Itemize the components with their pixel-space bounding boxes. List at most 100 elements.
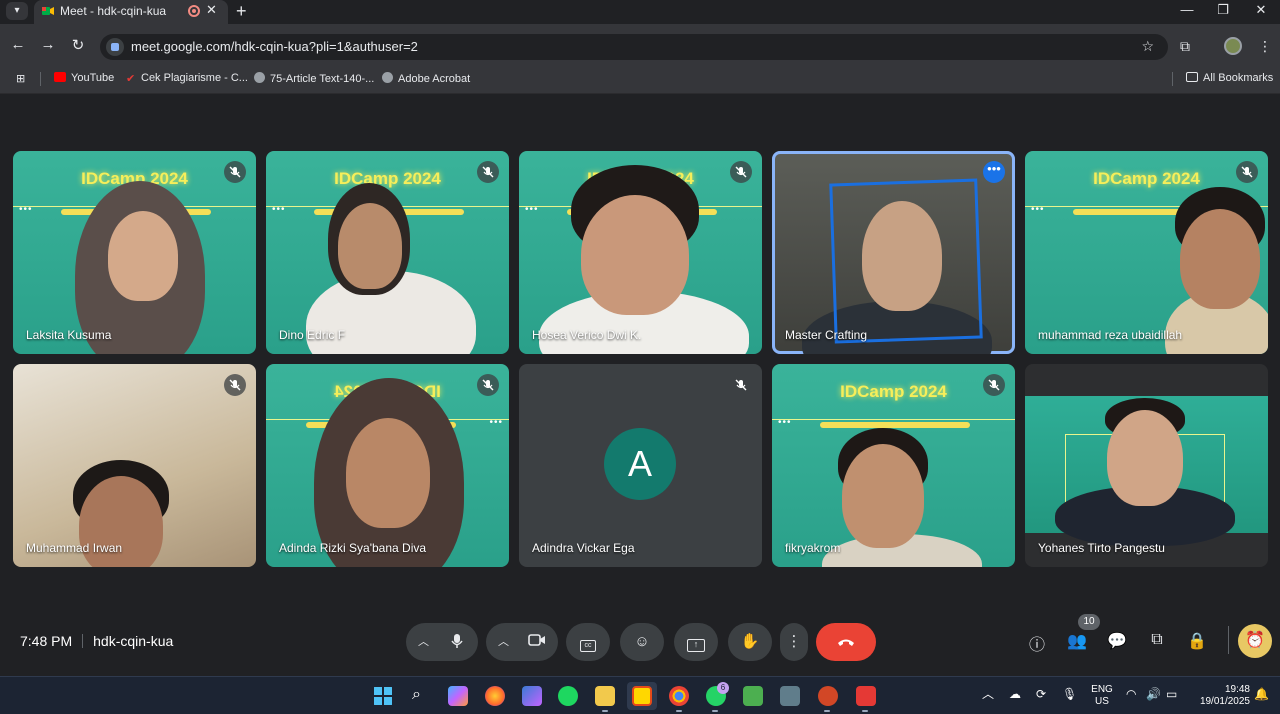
chrome-icon[interactable] (669, 686, 689, 706)
bookmark-youtube[interactable]: YouTube (54, 72, 114, 84)
language-indicator[interactable]: ENG US (1088, 684, 1116, 708)
windows-start-icon[interactable] (373, 686, 393, 706)
captions-button[interactable]: cc (566, 623, 610, 661)
meeting-details-icon[interactable]: ⓘ (1025, 631, 1049, 655)
microphone-tray-icon[interactable]: 🎙 (1062, 688, 1077, 700)
browser-menu-icon[interactable]: ⋮ (1258, 38, 1272, 55)
participant-tile[interactable]: IDCamp 2024 ••• Hosea Verico Dwi K. (519, 151, 762, 354)
url-text[interactable]: meet.google.com/hdk-cqin-kua?pli=1&authu… (131, 39, 418, 54)
calculator-icon[interactable] (780, 686, 800, 706)
minimize-button[interactable]: — (1172, 2, 1202, 17)
participant-name: Yohanes Tirto Pangestu (1038, 541, 1165, 555)
maximize-button[interactable]: ❐ (1208, 2, 1238, 18)
phone-hangup-icon (838, 639, 854, 646)
system-clock[interactable]: 19:48 19/01/2025 (1188, 684, 1250, 708)
chevron-up-icon[interactable]: ︿ (418, 633, 429, 649)
meeting-controls-bar: 7:48 PM hdk-cqin-kua ︿ ︿ cc ☺ ↑ ✋ ⋮ ⓘ 👥 1… (0, 614, 1280, 676)
reload-button[interactable]: ↻ (68, 36, 88, 54)
file-explorer-icon[interactable] (595, 686, 615, 706)
profile-avatar[interactable] (1224, 37, 1242, 55)
drawing-overlay (829, 178, 983, 344)
address-bar[interactable]: meet.google.com/hdk-cqin-kua?pli=1&authu… (100, 34, 1168, 60)
close-window-button[interactable]: ✕ (1246, 2, 1276, 18)
battery-icon[interactable]: ▭ (1166, 688, 1177, 700)
copilot-icon[interactable] (448, 686, 468, 706)
participant-name: Adindra Vickar Ega (532, 541, 635, 555)
youtube-icon (54, 72, 66, 82)
back-button[interactable]: ← (8, 36, 28, 53)
participant-tile[interactable]: IDCamp 2024 ••• muhammad reza ubaidillah (1025, 151, 1268, 354)
running-indicator (824, 710, 830, 712)
people-icon[interactable]: 👥 (1065, 631, 1089, 651)
participant-tile[interactable]: A Adindra Vickar Ega (519, 364, 762, 567)
participant-tile[interactable]: Yohanes Tirto Pangestu (1025, 364, 1268, 567)
participant-tile-active[interactable]: ••• Master Crafting (772, 151, 1015, 354)
participant-face (1180, 209, 1260, 309)
activities-icon[interactable]: ⧉ (1145, 631, 1169, 649)
camera-icon[interactable] (528, 633, 546, 651)
bookmark-adobe-acrobat[interactable]: Adobe Acrobat (382, 72, 470, 85)
sticky-notes-icon[interactable] (632, 686, 652, 706)
search-icon[interactable]: ⌕ (412, 686, 432, 706)
background-decoration: ••• (772, 417, 1015, 428)
chat-icon[interactable]: 💬 (1105, 631, 1129, 651)
volume-icon[interactable]: 🔊 (1146, 688, 1161, 700)
site-info-icon[interactable] (106, 38, 124, 56)
present-screen-icon: ↑ (687, 639, 705, 652)
bookmark-article[interactable]: 75-Article Text-140-... (254, 72, 374, 85)
participant-tile[interactable]: Muhammad Irwan (13, 364, 256, 567)
acrobat-icon[interactable] (856, 686, 876, 706)
bookmark-cek-plagiarisme[interactable]: ✔ Cek Plagiarisme - C... (126, 72, 248, 85)
spotify-icon[interactable] (558, 686, 578, 706)
participant-face (346, 418, 430, 528)
wifi-icon[interactable]: ◠ (1126, 688, 1136, 700)
firefox-icon[interactable] (485, 686, 505, 706)
participant-name: Hosea Verico Dwi K. (532, 328, 642, 342)
mic-off-icon (983, 374, 1005, 396)
all-bookmarks-button[interactable]: All Bookmarks (1186, 72, 1273, 84)
timer-icon[interactable]: ⏰ (1238, 624, 1272, 658)
notifications-icon[interactable]: 🔔 (1254, 688, 1269, 700)
participant-face (1107, 410, 1183, 506)
sync-icon[interactable]: ⟳ (1036, 688, 1046, 700)
present-button[interactable]: ↑ (674, 623, 718, 661)
powerpoint-icon[interactable] (818, 686, 838, 706)
camera-control[interactable]: ︿ (486, 623, 558, 661)
reactions-button[interactable]: ☺ (620, 623, 664, 661)
participant-tile[interactable]: IDCamp 2024 ••• Laksita Kusuma (13, 151, 256, 354)
m365-icon[interactable] (522, 686, 542, 706)
raise-hand-button[interactable]: ✋ (728, 623, 772, 661)
chevron-up-icon[interactable]: ︿ (498, 633, 509, 649)
leave-call-button[interactable] (816, 623, 876, 661)
new-tab-button[interactable]: + (236, 1, 247, 22)
background-banner: IDCamp 2024 (334, 169, 441, 188)
onedrive-icon[interactable]: ☁ (1009, 688, 1021, 700)
bookmark-label: Adobe Acrobat (398, 73, 471, 85)
show-hidden-icons-icon[interactable]: ︿ (982, 688, 994, 700)
more-options-button[interactable]: ⋮ (780, 623, 808, 661)
bookmark-label: 75-Article Text-140-... (270, 73, 375, 85)
participant-name: fikryakrom (785, 541, 841, 555)
host-controls-icon[interactable]: 🔒 (1185, 631, 1209, 651)
forward-button[interactable]: → (38, 36, 58, 53)
snipping-tool-icon[interactable] (743, 686, 763, 706)
participant-tile[interactable]: IDCamp 2024 ••• fikryakrom (772, 364, 1015, 567)
captions-icon: cc (580, 640, 596, 652)
participant-tile[interactable]: IDCamp 2024 ••• Adinda Rizki Sya'bana Di… (266, 364, 509, 567)
clock-time: 19:48 (1224, 684, 1250, 695)
extensions-icon[interactable]: ⧉ (1180, 38, 1190, 55)
more-options-icon[interactable]: ••• (983, 161, 1005, 183)
meeting-info: 7:48 PM hdk-cqin-kua (20, 633, 173, 649)
tab-search-button[interactable]: ▾ (6, 2, 28, 20)
tab-close-icon[interactable]: ✕ (206, 2, 217, 18)
all-bookmarks-label: All Bookmarks (1203, 72, 1274, 84)
bookmark-star-icon[interactable]: ☆ (1141, 38, 1154, 55)
microphone-control[interactable]: ︿ (406, 623, 478, 661)
microphone-icon[interactable] (450, 633, 464, 653)
participant-name: Master Crafting (785, 328, 868, 342)
tab-meet[interactable]: Meet - hdk-cqin-kua ✕ (34, 0, 228, 24)
apps-grid-icon[interactable]: ⊞ (16, 72, 25, 85)
participant-tile[interactable]: IDCamp 2024 ••• Dino Edric F (266, 151, 509, 354)
participant-name: muhammad reza ubaidillah (1038, 328, 1183, 342)
participant-face (338, 203, 402, 289)
